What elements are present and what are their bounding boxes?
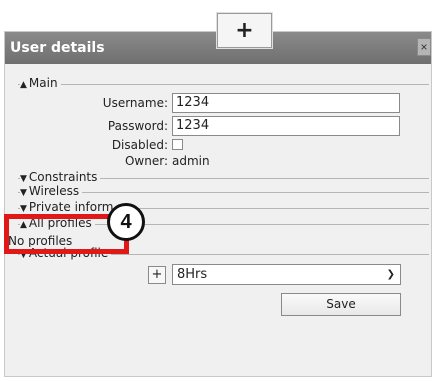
chevron-down-icon: ❯ (386, 269, 395, 280)
disabled-checkbox[interactable] (172, 139, 183, 150)
username-label: Username: (102, 96, 168, 110)
triangle-up-icon: ▲ (20, 80, 27, 90)
section-constraints-label: Constraints (28, 170, 98, 184)
password-field[interactable]: 1234 (172, 116, 400, 136)
section-divider (18, 84, 429, 85)
section-private-information[interactable]: ▼ Private inform (18, 200, 429, 216)
plus-button-callout: + (217, 13, 272, 48)
section-wireless[interactable]: ▼ Wireless (18, 184, 429, 200)
user-details-dialog: User details × ▲ Main Username: 1234 Pass… (4, 31, 432, 377)
close-button[interactable]: × (417, 38, 431, 56)
section-main-label: Main (28, 76, 58, 90)
step-number-badge: 4 (107, 203, 145, 241)
triangle-down-icon: ▼ (20, 174, 27, 184)
profile-select[interactable]: 8Hrs ❯ (172, 264, 401, 285)
save-button[interactable]: Save (281, 293, 401, 316)
section-wireless-label: Wireless (28, 184, 80, 198)
section-private-info-label: Private inform (28, 200, 114, 214)
password-label: Password: (107, 119, 168, 133)
profile-select-value: 8Hrs (177, 267, 208, 282)
section-constraints[interactable]: ▼ Constraints (18, 170, 429, 186)
username-field[interactable]: 1234 (172, 93, 400, 113)
section-main[interactable]: ▲ Main (18, 76, 429, 92)
disabled-label: Disabled: (111, 138, 168, 152)
owner-value: admin (172, 154, 210, 168)
add-profile-button[interactable]: + (148, 266, 166, 284)
triangle-down-icon: ▼ (20, 204, 27, 214)
dialog-title: User details (10, 40, 105, 56)
owner-label: Owner: (124, 154, 168, 168)
triangle-down-icon: ▼ (20, 188, 27, 198)
